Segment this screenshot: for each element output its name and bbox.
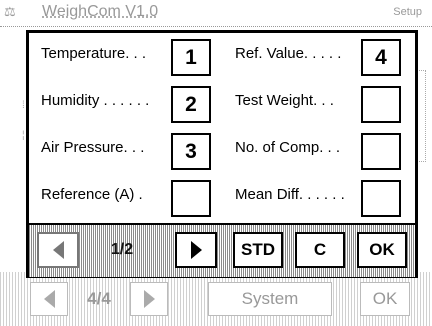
arrow-left-icon — [52, 241, 64, 259]
test-weight-label: Test Weight. . . — [235, 92, 334, 109]
page-indicator: 1/2 — [110, 241, 134, 258]
air-pressure-label: Air Pressure. . . — [41, 139, 145, 156]
air-pressure-checkbox[interactable]: 3 — [171, 133, 211, 170]
test-weight-checkbox[interactable] — [361, 86, 401, 123]
ref-value-checkbox[interactable]: 4 — [361, 39, 401, 76]
background-next-button — [130, 282, 168, 316]
next-page-button[interactable] — [175, 232, 217, 268]
no-of-comp-checkbox[interactable] — [361, 133, 401, 170]
arrow-right-icon — [190, 241, 202, 259]
arrow-left-icon — [43, 290, 55, 308]
temperature-checkbox[interactable]: 1 — [171, 39, 211, 76]
c-button[interactable]: C — [295, 232, 345, 268]
background-ok-button: OK — [360, 282, 410, 316]
temperature-label: Temperature. . . — [41, 45, 147, 62]
arrow-right-icon — [143, 290, 155, 308]
background-page-indicator: 4/4 — [87, 289, 111, 308]
parameter-row: Air Pressure. . . 3 No. of Comp. . . — [29, 129, 415, 171]
reference-a-checkbox[interactable] — [171, 180, 211, 217]
background-title-bar: ⚖ WeighCom V1.0 Setup — [0, 0, 432, 27]
dialog-toolbar: 1/2 STD C OK — [29, 223, 415, 277]
prev-page-button[interactable] — [37, 232, 79, 268]
ok-button[interactable]: OK — [357, 232, 407, 268]
device-icon: ⚖ — [4, 4, 16, 19]
background-system-button: System — [208, 282, 332, 316]
background-mark: ⁞ — [22, 100, 25, 111]
background-status: Setup — [393, 6, 422, 18]
humidity-label: Humidity . . . . . . — [41, 92, 150, 109]
mean-diff-checkbox[interactable] — [361, 180, 401, 217]
parameter-row: Reference (A) . Mean Diff. . . . . . — [29, 176, 415, 218]
parameter-row: Temperature. . . 1 Ref. Value. . . . . 4 — [29, 35, 415, 77]
humidity-checkbox[interactable]: 2 — [171, 86, 211, 123]
ref-value-label: Ref. Value. . . . . — [235, 45, 342, 62]
parameter-dialog: Temperature. . . 1 Ref. Value. . . . . 4… — [26, 30, 418, 278]
no-of-comp-label: No. of Comp. . . — [235, 139, 341, 156]
std-button[interactable]: STD — [233, 232, 283, 268]
parameter-row: Humidity . . . . . . 2 Test Weight. . . — [29, 82, 415, 124]
background-mark: ¦ — [22, 130, 25, 141]
background-title: WeighCom V1.0 — [42, 3, 159, 20]
background-prev-button — [30, 282, 68, 316]
mean-diff-label: Mean Diff. . . . . . — [235, 186, 345, 203]
reference-a-label: Reference (A) . — [41, 186, 143, 203]
